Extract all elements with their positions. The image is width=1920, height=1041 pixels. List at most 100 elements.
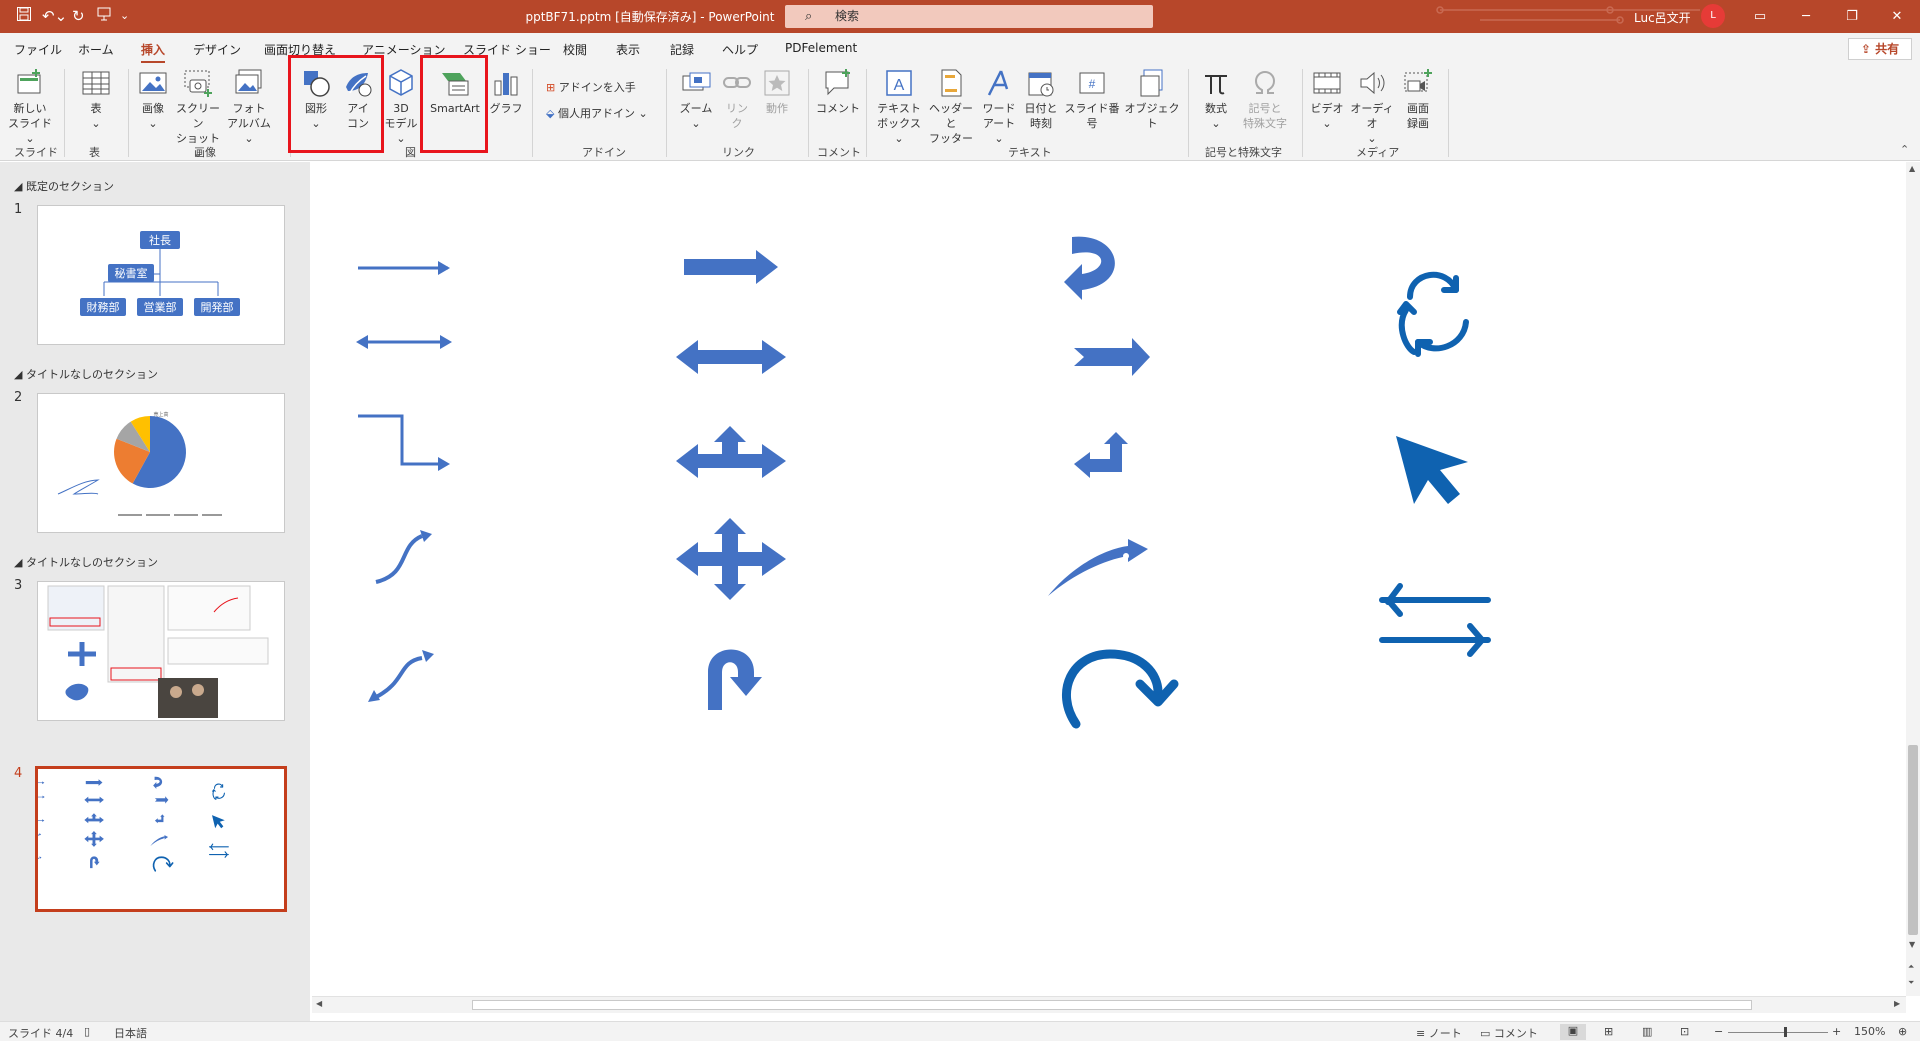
slide-sorter-icon[interactable]: ⊞ bbox=[1604, 1025, 1613, 1038]
wordart-button[interactable]: ワード アート ⌄ bbox=[978, 67, 1020, 146]
normal-view-icon[interactable]: ▣ bbox=[1560, 1024, 1586, 1040]
avatar[interactable]: L bbox=[1701, 4, 1725, 28]
action-button[interactable]: 動作 bbox=[758, 67, 796, 116]
previous-slide-icon[interactable]: ⏶ bbox=[1908, 962, 1914, 972]
section-header[interactable]: ◢ タイトルなしのセクション bbox=[14, 554, 158, 570]
next-slide-icon[interactable]: ⏷ bbox=[1908, 978, 1914, 988]
tab-home[interactable]: ホーム bbox=[78, 41, 114, 58]
collapse-ribbon-icon[interactable]: ⌃ bbox=[1900, 143, 1909, 156]
elbow-connector-arrow[interactable] bbox=[358, 414, 446, 466]
header-footer-button[interactable]: ヘッダーと フッター bbox=[926, 67, 976, 146]
my-addins-button[interactable]: ⬙ 個人用アドイン ⌄ bbox=[546, 105, 648, 121]
tab-file[interactable]: ファイル bbox=[14, 41, 62, 58]
spellcheck-icon[interactable]: ▯ bbox=[84, 1025, 90, 1038]
tab-insert[interactable]: 挿入 bbox=[141, 41, 166, 64]
zoom-out-icon[interactable]: − bbox=[1714, 1025, 1723, 1038]
comment-button[interactable]: コメント bbox=[816, 67, 860, 116]
textbox-button[interactable]: A テキスト ボックス ⌄ bbox=[874, 67, 924, 146]
tab-animations[interactable]: アニメーション bbox=[362, 41, 446, 58]
horizontal-scrollbar[interactable]: ◀ ▶ bbox=[312, 996, 1906, 1013]
close-icon[interactable]: ✕ bbox=[1874, 0, 1920, 33]
zoom-slider-thumb[interactable] bbox=[1784, 1027, 1787, 1037]
zoom-button[interactable]: ズーム ⌄ bbox=[676, 67, 716, 131]
scroll-down-icon[interactable]: ▼ bbox=[1909, 940, 1915, 949]
left-right-arrow[interactable] bbox=[676, 340, 786, 374]
curved-double-arrow[interactable] bbox=[375, 656, 423, 699]
save-icon[interactable] bbox=[16, 6, 32, 27]
tab-slideshow[interactable]: スライド ショー bbox=[463, 41, 551, 58]
restore-icon[interactable]: ❐ bbox=[1829, 0, 1875, 33]
zoom-level[interactable]: 150% bbox=[1854, 1025, 1885, 1038]
refresh-arc[interactable] bbox=[1398, 307, 1417, 355]
curved-up-arrow[interactable] bbox=[1048, 539, 1148, 596]
scroll-up-icon[interactable]: ▲ bbox=[1909, 164, 1915, 173]
tab-design[interactable]: デザイン bbox=[193, 41, 241, 58]
slide-thumbnail-1[interactable]: 社長 秘書室 財務部 営業部 開発部 bbox=[37, 205, 285, 345]
u-turn-arrow[interactable] bbox=[708, 649, 762, 711]
redo-icon[interactable]: ↻ bbox=[72, 6, 85, 26]
section-header[interactable]: ◢ 既定のセクション bbox=[14, 178, 114, 194]
block-right-arrow[interactable] bbox=[684, 250, 778, 284]
get-addins-button[interactable]: ⊞ アドインを入手 bbox=[546, 79, 636, 95]
graph-button[interactable]: グラフ bbox=[488, 67, 524, 116]
adjust-handle[interactable] bbox=[1123, 553, 1129, 559]
audio-button[interactable]: オーディオ ⌄ bbox=[1348, 67, 1396, 146]
undo-icon[interactable]: ↶⌄ bbox=[42, 6, 67, 26]
quad-arrow[interactable] bbox=[676, 518, 786, 600]
search-box[interactable]: ⌕ 検索 bbox=[785, 5, 1153, 28]
curved-arrow[interactable] bbox=[375, 534, 423, 584]
tab-record[interactable]: 記録 bbox=[670, 41, 694, 58]
equation-button[interactable]: 数式 ⌄ bbox=[1198, 67, 1234, 131]
tab-review[interactable]: 校閲 bbox=[563, 41, 587, 58]
link-button[interactable]: リン ク bbox=[718, 67, 756, 131]
refresh-arc[interactable] bbox=[1407, 271, 1459, 300]
notes-button[interactable]: ≡ ノート bbox=[1416, 1025, 1462, 1041]
swap-arrows-icon[interactable] bbox=[1379, 583, 1491, 657]
icons-button[interactable]: アイ コン bbox=[338, 67, 378, 131]
tab-transitions[interactable]: 画面切り替え bbox=[264, 41, 336, 58]
new-slide-button[interactable]: 新しい スライド ⌄ bbox=[6, 67, 54, 146]
table-button[interactable]: 表 ⌄ bbox=[76, 67, 116, 131]
tab-help[interactable]: ヘルプ bbox=[722, 41, 758, 58]
comments-button[interactable]: ▭ コメント bbox=[1480, 1025, 1538, 1041]
present-icon[interactable] bbox=[96, 6, 112, 27]
notched-right-arrow[interactable] bbox=[1074, 338, 1150, 376]
scroll-right-icon[interactable]: ▶ bbox=[1894, 999, 1900, 1008]
scrollbar-thumb[interactable] bbox=[1908, 745, 1918, 935]
photo-album-button[interactable]: フォト アルバム ⌄ bbox=[224, 67, 274, 146]
image-button[interactable]: 画像 ⌄ bbox=[134, 67, 172, 131]
customize-qat-icon[interactable]: ⌄ bbox=[120, 6, 129, 26]
tab-view[interactable]: 表示 bbox=[616, 41, 640, 58]
datetime-button[interactable]: 日付と 時刻 bbox=[1022, 67, 1060, 131]
slide-number-button[interactable]: # スライド番号 bbox=[1062, 67, 1122, 131]
slide-canvas[interactable] bbox=[310, 162, 1906, 996]
minimize-icon[interactable]: ─ bbox=[1783, 0, 1829, 33]
left-right-up-arrow[interactable] bbox=[676, 426, 786, 478]
reading-view-icon[interactable]: ▥ bbox=[1642, 1025, 1652, 1038]
video-button[interactable]: ビデオ ⌄ bbox=[1308, 67, 1346, 131]
curved-u-turn-arrow[interactable] bbox=[1064, 236, 1115, 300]
zoom-in-icon[interactable]: + bbox=[1832, 1025, 1841, 1038]
user-name[interactable]: Luc呂文开 bbox=[1634, 9, 1691, 26]
fit-to-window-icon[interactable]: ⊕ bbox=[1898, 1025, 1907, 1038]
symbol-button[interactable]: 記号と 特殊文字 bbox=[1238, 67, 1292, 131]
vertical-scrollbar[interactable]: ▲ ▼ ⏶ ⏷ bbox=[1906, 162, 1920, 996]
scroll-left-icon[interactable]: ◀ bbox=[316, 999, 322, 1008]
ribbon-display-icon[interactable]: ▭ bbox=[1737, 0, 1783, 33]
bent-up-arrow[interactable] bbox=[1074, 432, 1128, 478]
slideshow-icon[interactable]: ⊡ bbox=[1680, 1025, 1689, 1038]
smartart-button[interactable]: SmartArt bbox=[424, 67, 486, 116]
section-header[interactable]: ◢ タイトルなしのセクション bbox=[14, 366, 158, 382]
share-button[interactable]: ⇪ 共有 bbox=[1848, 38, 1912, 60]
slide-thumbnail-2[interactable]: 売上高 bbox=[37, 393, 285, 533]
screen-record-button[interactable]: 画面 録画 bbox=[1398, 67, 1438, 131]
3d-model-button[interactable]: 3D モデル ⌄ bbox=[381, 67, 421, 146]
cursor-pointer-icon[interactable] bbox=[1396, 436, 1468, 504]
shapes-button[interactable]: 図形 ⌄ bbox=[296, 67, 336, 131]
scrollbar-thumb[interactable] bbox=[472, 1000, 1752, 1010]
slide-thumbnail-3[interactable] bbox=[37, 581, 285, 721]
language-status[interactable]: 日本語 bbox=[114, 1025, 147, 1041]
tab-pdfelement[interactable]: PDFelement bbox=[785, 41, 857, 55]
object-button[interactable]: オブジェクト bbox=[1124, 67, 1180, 131]
slide-thumbnail-4[interactable] bbox=[35, 766, 287, 912]
